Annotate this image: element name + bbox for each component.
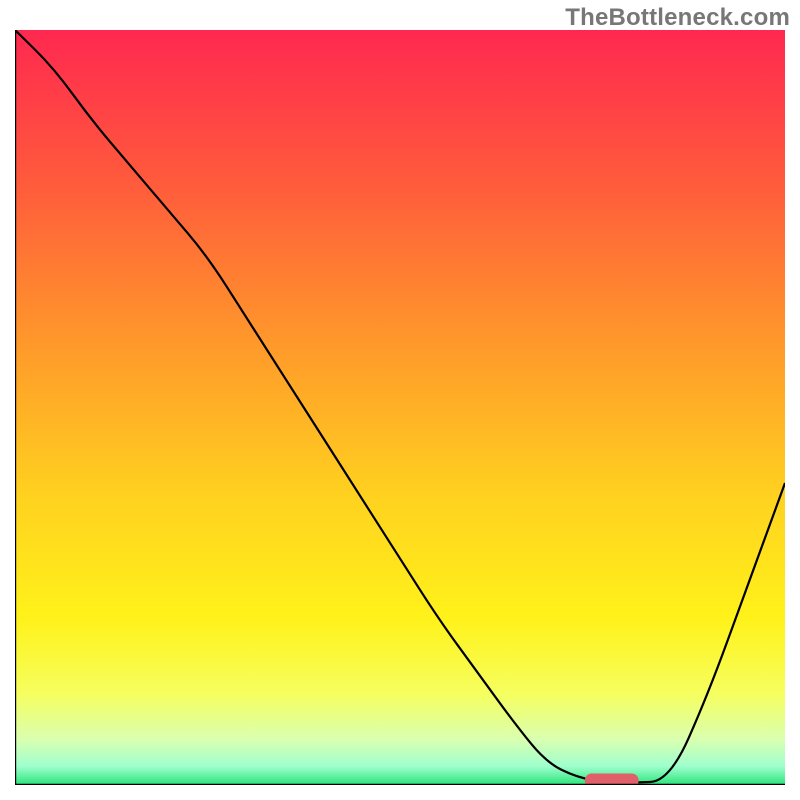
min-marker xyxy=(585,773,639,785)
watermark-text: TheBottleneck.com xyxy=(565,4,790,32)
chart-plot xyxy=(15,30,785,785)
gradient-bg xyxy=(15,30,785,785)
